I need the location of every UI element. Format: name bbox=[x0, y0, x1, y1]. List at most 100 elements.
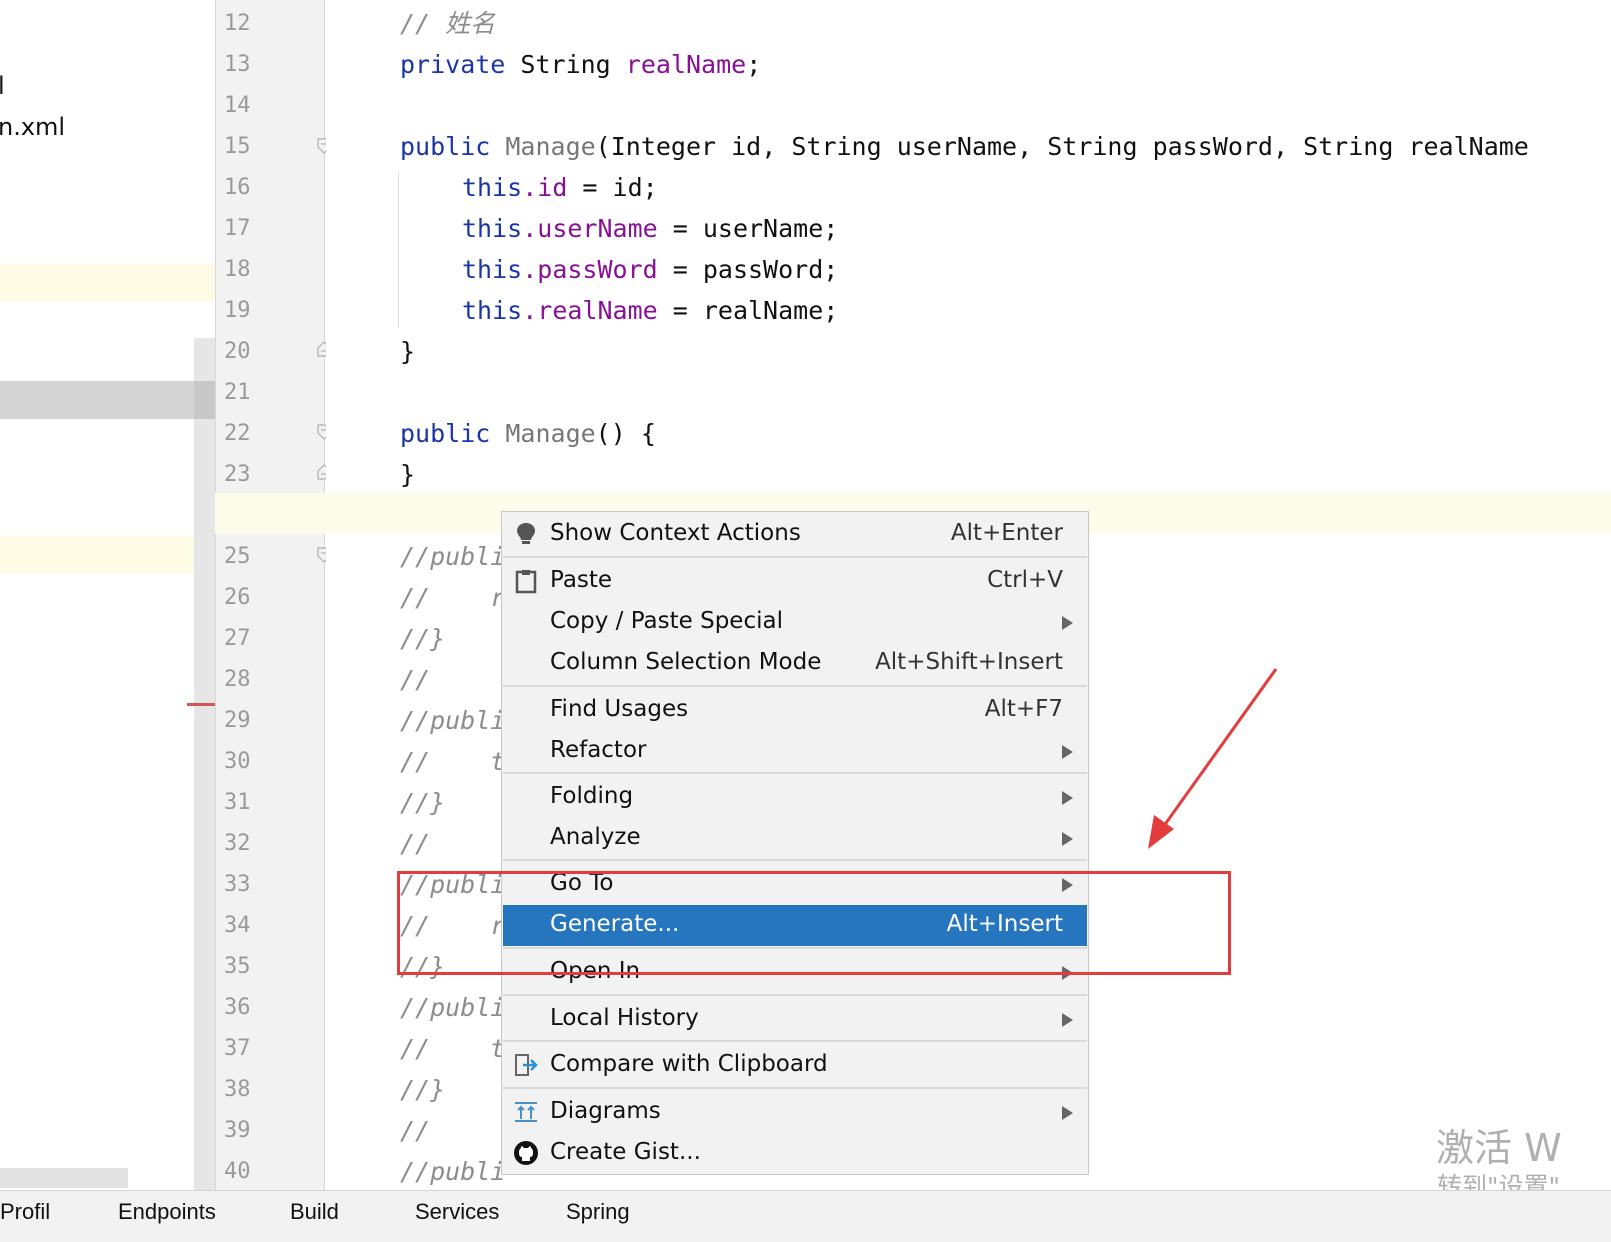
project-scrollbar[interactable] bbox=[194, 338, 215, 1205]
menu-item-copy-paste-special[interactable]: Copy / Paste Special bbox=[503, 602, 1087, 643]
line-number: 28 bbox=[224, 667, 251, 692]
line-number: 39 bbox=[224, 1118, 251, 1143]
code-line-30[interactable]: // t bbox=[400, 741, 505, 782]
lightbulb-icon bbox=[517, 523, 535, 544]
tool-window-bar: Profil Endpoints Build Services Spring bbox=[0, 1190, 1611, 1242]
line-number: 33 bbox=[224, 872, 251, 897]
activation-watermark: 激活 W bbox=[1436, 1126, 1562, 1170]
code-line-37[interactable]: // t bbox=[400, 1028, 505, 1069]
project-row-selected[interactable] bbox=[0, 381, 215, 419]
menu-item-show-context-actions[interactable]: Show Context Actions Alt+Enter bbox=[503, 514, 1087, 555]
code-line-32[interactable]: // bbox=[400, 823, 430, 864]
context-menu: Show Context Actions Alt+Enter Paste Ctr… bbox=[501, 511, 1089, 1175]
project-horizontal-scrollbar[interactable] bbox=[0, 1168, 128, 1188]
tool-window-profiler[interactable]: Profil bbox=[0, 1199, 50, 1225]
project-item[interactable]: n.xml bbox=[0, 113, 65, 141]
tool-window-spring[interactable]: Spring bbox=[566, 1199, 630, 1225]
menu-item-paste[interactable]: Paste Ctrl+V bbox=[503, 561, 1087, 602]
keyword: this bbox=[462, 214, 523, 243]
menu-item-label: Copy / Paste Special bbox=[550, 608, 783, 634]
code-line-19[interactable]: this.realName = realName; bbox=[462, 290, 838, 331]
annotation-highlight-box bbox=[397, 871, 1231, 975]
menu-item-label: Create Gist... bbox=[550, 1139, 701, 1165]
menu-separator bbox=[503, 1040, 1087, 1042]
menu-item-label: Diagrams bbox=[550, 1098, 661, 1124]
params: (Integer id, String userName, String pas… bbox=[595, 132, 1529, 161]
menu-item-find-usages[interactable]: Find Usages Alt+F7 bbox=[503, 690, 1087, 731]
code-line-26[interactable]: // r bbox=[400, 577, 505, 618]
line-number: 13 bbox=[224, 52, 251, 77]
code-line-13[interactable]: private String realName; bbox=[400, 44, 761, 85]
assign: = passWord; bbox=[657, 255, 839, 284]
assign: = id; bbox=[567, 173, 658, 202]
menu-separator bbox=[503, 772, 1087, 774]
code-line-38[interactable]: //} bbox=[400, 1069, 445, 1110]
line-number: 38 bbox=[224, 1077, 251, 1102]
project-scrollbar-thumb[interactable] bbox=[194, 381, 215, 419]
menu-item-analyze[interactable]: Analyze bbox=[503, 818, 1087, 859]
type: String bbox=[505, 50, 626, 79]
line-number: 21 bbox=[224, 380, 251, 405]
code-line-25[interactable]: //publi bbox=[400, 536, 505, 577]
code-line-20[interactable]: } bbox=[400, 331, 415, 372]
tool-window-services[interactable]: Services bbox=[415, 1199, 499, 1225]
keyword: this bbox=[462, 255, 523, 284]
menu-item-label: Local History bbox=[550, 1005, 699, 1031]
line-number: 25 bbox=[224, 544, 251, 569]
menu-item-refactor[interactable]: Refactor bbox=[503, 731, 1087, 772]
line-number: 26 bbox=[224, 585, 251, 610]
tool-window-endpoints[interactable]: Endpoints bbox=[118, 1199, 216, 1225]
menu-item-shortcut: Alt+Enter bbox=[950, 520, 1063, 546]
keyword: this bbox=[462, 296, 523, 325]
menu-separator bbox=[503, 859, 1087, 861]
code-line-27[interactable]: //} bbox=[400, 618, 445, 659]
body: () { bbox=[595, 419, 656, 448]
menu-item-create-gist[interactable]: Create Gist... bbox=[503, 1133, 1087, 1174]
code-line-39[interactable]: // bbox=[400, 1110, 430, 1151]
project-panel: l n.xml bbox=[0, 0, 215, 1205]
code-line-17[interactable]: this.userName = userName; bbox=[462, 208, 838, 249]
menu-item-label: Find Usages bbox=[550, 696, 689, 722]
project-row-highlight bbox=[0, 536, 215, 574]
code-line-15[interactable]: public Manage(Integer id, String userNam… bbox=[400, 126, 1529, 167]
menu-item-compare-with-clipboard[interactable]: Compare with Clipboard bbox=[503, 1045, 1087, 1086]
submenu-arrow-icon bbox=[1062, 1106, 1073, 1120]
editor-gutter[interactable]: 12 13 14 15 16 17 18 19 20 21 22 23 24 2… bbox=[215, 0, 331, 1190]
line-number: 20 bbox=[224, 339, 251, 364]
code-line-36[interactable]: //publi bbox=[400, 987, 505, 1028]
code-line-28[interactable]: // bbox=[400, 659, 430, 700]
menu-item-shortcut: Alt+Shift+Insert bbox=[875, 649, 1063, 675]
menu-item-label: Compare with Clipboard bbox=[550, 1051, 828, 1077]
menu-item-column-selection-mode[interactable]: Column Selection Mode Alt+Shift+Insert bbox=[503, 643, 1087, 684]
menu-item-folding[interactable]: Folding bbox=[503, 777, 1087, 818]
code-line-31[interactable]: //} bbox=[400, 782, 445, 823]
menu-item-diagrams[interactable]: Diagrams bbox=[503, 1092, 1087, 1133]
project-item[interactable]: l bbox=[0, 72, 5, 100]
code-line-29[interactable]: //publi bbox=[400, 700, 505, 741]
code-line-22[interactable]: public Manage() { bbox=[400, 413, 656, 454]
code-line-18[interactable]: this.passWord = passWord; bbox=[462, 249, 838, 290]
field: .userName bbox=[522, 214, 658, 243]
line-number: 22 bbox=[224, 421, 251, 446]
line-number: 40 bbox=[224, 1159, 251, 1184]
submenu-arrow-icon bbox=[1062, 791, 1073, 805]
code-line-40[interactable]: //publi bbox=[400, 1151, 505, 1192]
field: .realName bbox=[522, 296, 658, 325]
annotation-arrow-icon bbox=[1148, 668, 1278, 849]
menu-item-label: Paste bbox=[550, 567, 613, 593]
menu-item-shortcut: Alt+F7 bbox=[984, 696, 1063, 722]
code-line-16[interactable]: this.id = id; bbox=[462, 167, 658, 208]
field: .id bbox=[522, 173, 568, 202]
menu-item-local-history[interactable]: Local History bbox=[503, 999, 1087, 1040]
line-number: 23 bbox=[224, 462, 251, 487]
error-stripe-mark[interactable] bbox=[187, 703, 215, 706]
project-row-highlight bbox=[0, 264, 215, 302]
code-line-12[interactable]: // 姓名 bbox=[400, 3, 495, 44]
tool-window-build[interactable]: Build bbox=[290, 1199, 339, 1225]
constructor-name: Manage bbox=[490, 419, 596, 448]
line-number: 35 bbox=[224, 954, 251, 979]
assign: = realName; bbox=[657, 296, 839, 325]
code-line-23[interactable]: } bbox=[400, 454, 415, 495]
line-number: 30 bbox=[224, 749, 251, 774]
menu-item-label: Refactor bbox=[550, 737, 647, 763]
